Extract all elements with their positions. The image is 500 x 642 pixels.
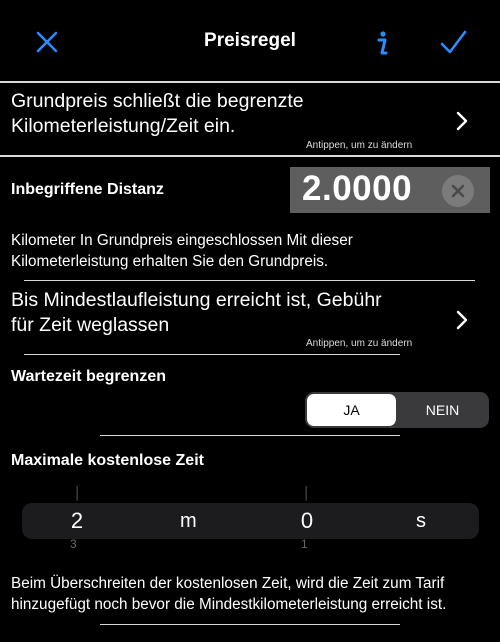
clear-distance-button[interactable] [442,175,474,207]
page-title: Preisregel [204,30,296,51]
footer-note-line2: hinzugefügt noch bevor die Mindestkilome… [11,596,447,613]
base-price-rule-line2: Kilometerleistung/Zeit ein. [11,115,236,137]
included-distance-desc-line1: Kilometer In Grundpreis eingeschlossen M… [11,232,353,249]
picker-next-hours: 3 [70,537,77,551]
divider [100,624,400,625]
tap-to-change-hint: Antippen, um zu ändern [306,140,413,151]
included-distance-label: Inbegriffene Distanz [11,181,164,198]
divider [24,354,400,355]
confirm-button[interactable] [438,27,470,59]
picker-ghost-row: │ [74,486,82,500]
divider [0,155,500,157]
hours-wheel[interactable]: 2 [62,503,92,539]
navigation-bar: Preisregel [0,0,500,82]
minutes-unit-label: s [416,510,426,532]
min-mileage-rule-row[interactable]: Bis Mindestlaufleistung erreicht ist, Ge… [0,282,500,352]
info-button[interactable] [370,27,402,59]
option-yes[interactable]: JA [307,394,396,426]
limit-wait-time-label: Wartezeit begrenzen [11,368,166,385]
max-free-time-label: Maximale kostenlose Zeit [11,452,204,469]
picker-next-minutes: 1 [301,537,308,551]
checkmark-icon [440,30,467,54]
base-price-rule-line1: Grundpreis schließt die begrenzte [11,90,304,112]
included-distance-desc-line2: Kilometerleistung erhalten Sie den Grund… [11,253,329,270]
option-no[interactable]: NEIN [396,394,489,426]
included-distance-value: 2.0000 [302,169,413,208]
chevron-right-icon [456,111,468,131]
hours-unit-label: m [180,510,197,532]
min-mileage-rule-line1: Bis Mindestlaufleistung erreicht ist, Ge… [11,289,382,311]
divider [100,435,400,436]
footer-note-line1: Beim Überschreiten der kostenlosen Zeit,… [11,575,445,592]
chevron-right-icon [456,310,468,330]
min-mileage-rule-line2: für Zeit weglassen [11,314,170,336]
max-free-time-picker[interactable]: 2 m 0 s [22,503,479,539]
clear-icon [451,184,465,198]
limit-wait-time-toggle[interactable]: JA NEIN [305,392,489,428]
picker-ghost-row: │ [303,486,311,500]
included-distance-field[interactable]: 2.0000 [290,167,490,213]
base-price-rule-row[interactable]: Grundpreis schließt die begrenzte Kilome… [0,83,500,155]
divider [24,280,475,281]
tap-to-change-hint: Antippen, um zu ändern [306,338,413,349]
minutes-wheel[interactable]: 0 [292,503,322,539]
info-icon [377,31,388,55]
